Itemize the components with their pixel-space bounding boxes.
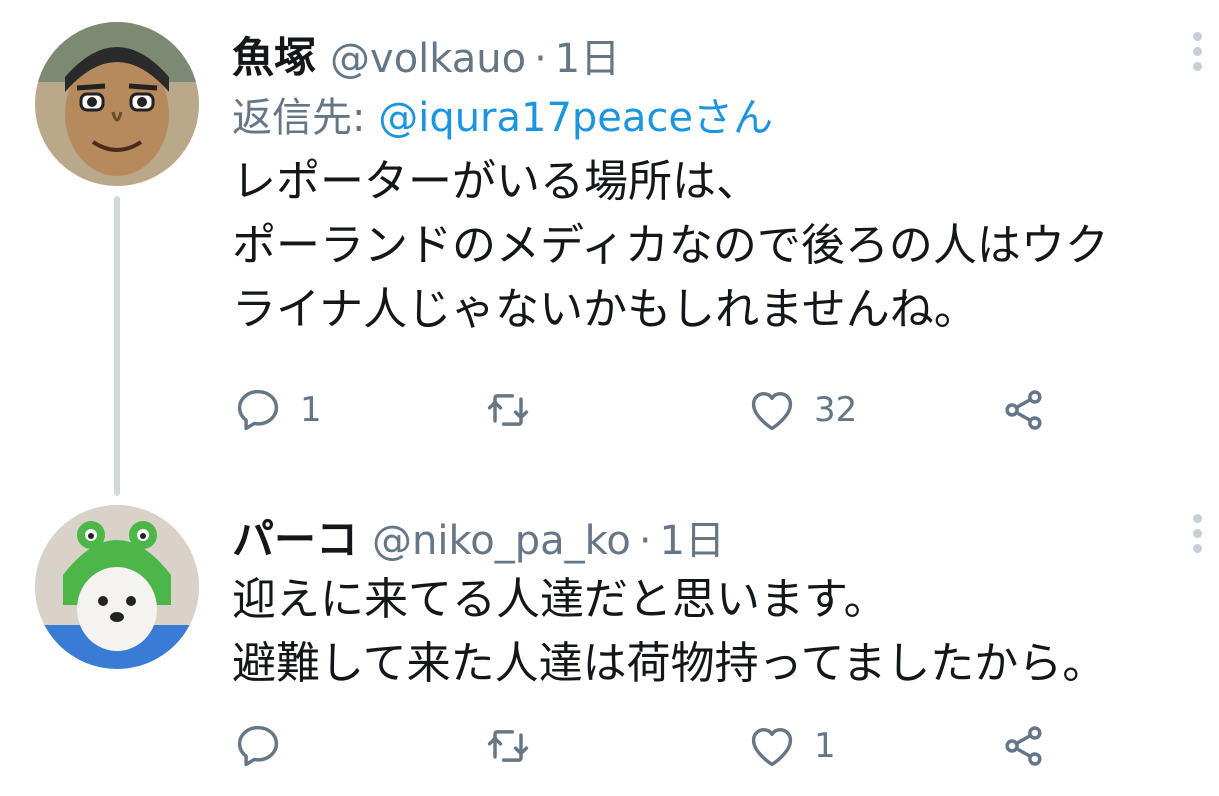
reply-prefix: 返信先: (232, 95, 379, 141)
reply-count: 1 (300, 390, 322, 430)
tweet-1[interactable]: 魚塚 @volkauo · 1日 返信先: @iqura17peaceさん レポ… (0, 0, 1219, 480)
tweet-actions: 1 32 (232, 380, 1112, 440)
retweet-icon (487, 394, 529, 426)
reply-icon (237, 725, 279, 767)
tweet-actions: 1 (232, 716, 1112, 776)
reply-to-line: 返信先: @iqura17peaceさん (232, 86, 1179, 150)
tweet-text-line: ポーランドのメディカなので後ろの人はウク (232, 220, 1109, 271)
tweet-2[interactable]: パーコ @niko_pa_ko · 1日 迎えに来てる人達だと思います。 避難し… (0, 480, 1219, 796)
reply-icon (237, 389, 279, 431)
like-count: 1 (814, 726, 836, 766)
avatar[interactable] (35, 22, 199, 186)
reply-button[interactable] (232, 716, 300, 776)
tweet-header: パーコ @niko_pa_ko · 1日 (232, 506, 1179, 568)
more-options-icon[interactable] (1191, 32, 1203, 77)
like-count: 32 (814, 390, 858, 430)
separator-dot: · (638, 518, 652, 564)
dog-frog-hat-avatar-icon (35, 505, 199, 669)
share-icon (1005, 726, 1042, 766)
tweet-header: 魚塚 @volkauo · 1日 (232, 24, 1179, 86)
like-icon (751, 728, 793, 767)
tweet-text-line: 避難して来た人達は荷物持ってましたから。 (232, 638, 1107, 689)
tweet-text-line: レポーターがいる場所は、 (232, 156, 760, 207)
retweet-button[interactable] (482, 380, 550, 440)
like-button[interactable]: 32 (746, 380, 857, 440)
tweet-text: レポーターがいる場所は、 ポーランドのメディカなので後ろの人はウク ライナ人じゃ… (232, 150, 1179, 342)
share-button[interactable] (998, 716, 1050, 776)
avatar[interactable] (35, 505, 199, 669)
tweet-text-line: ライナ人じゃないかもしれませんね。 (232, 284, 978, 335)
retweet-icon (487, 730, 529, 762)
like-icon (751, 392, 793, 431)
tweet-content: パーコ @niko_pa_ko · 1日 迎えに来てる人達だと思います。 避難し… (232, 506, 1179, 696)
share-button[interactable] (998, 380, 1050, 440)
user-handle[interactable]: @niko_pa_ko (372, 518, 631, 564)
timestamp[interactable]: 1日 (660, 508, 725, 566)
display-name[interactable]: 魚塚 (232, 24, 316, 85)
display-name[interactable]: パーコ (232, 506, 358, 567)
retweet-button[interactable] (482, 716, 550, 776)
tweet-text: 迎えに来てる人達だと思います。 避難して来た人達は荷物持ってましたから。 (232, 568, 1179, 696)
user-handle[interactable]: @volkauo (330, 36, 526, 82)
tweet-text-line: 迎えに来てる人達だと思います。 (232, 574, 888, 625)
more-options-icon[interactable] (1191, 514, 1203, 559)
timestamp[interactable]: 1日 (555, 26, 620, 84)
reply-to-handle[interactable]: @iqura17peaceさん (378, 95, 773, 141)
like-button[interactable]: 1 (746, 716, 836, 776)
tweet-content: 魚塚 @volkauo · 1日 返信先: @iqura17peaceさん レポ… (232, 24, 1179, 342)
cartoon-man-avatar-icon (35, 22, 199, 186)
reply-button[interactable]: 1 (232, 380, 322, 440)
separator-dot: · (534, 36, 547, 82)
share-icon (1005, 390, 1042, 430)
